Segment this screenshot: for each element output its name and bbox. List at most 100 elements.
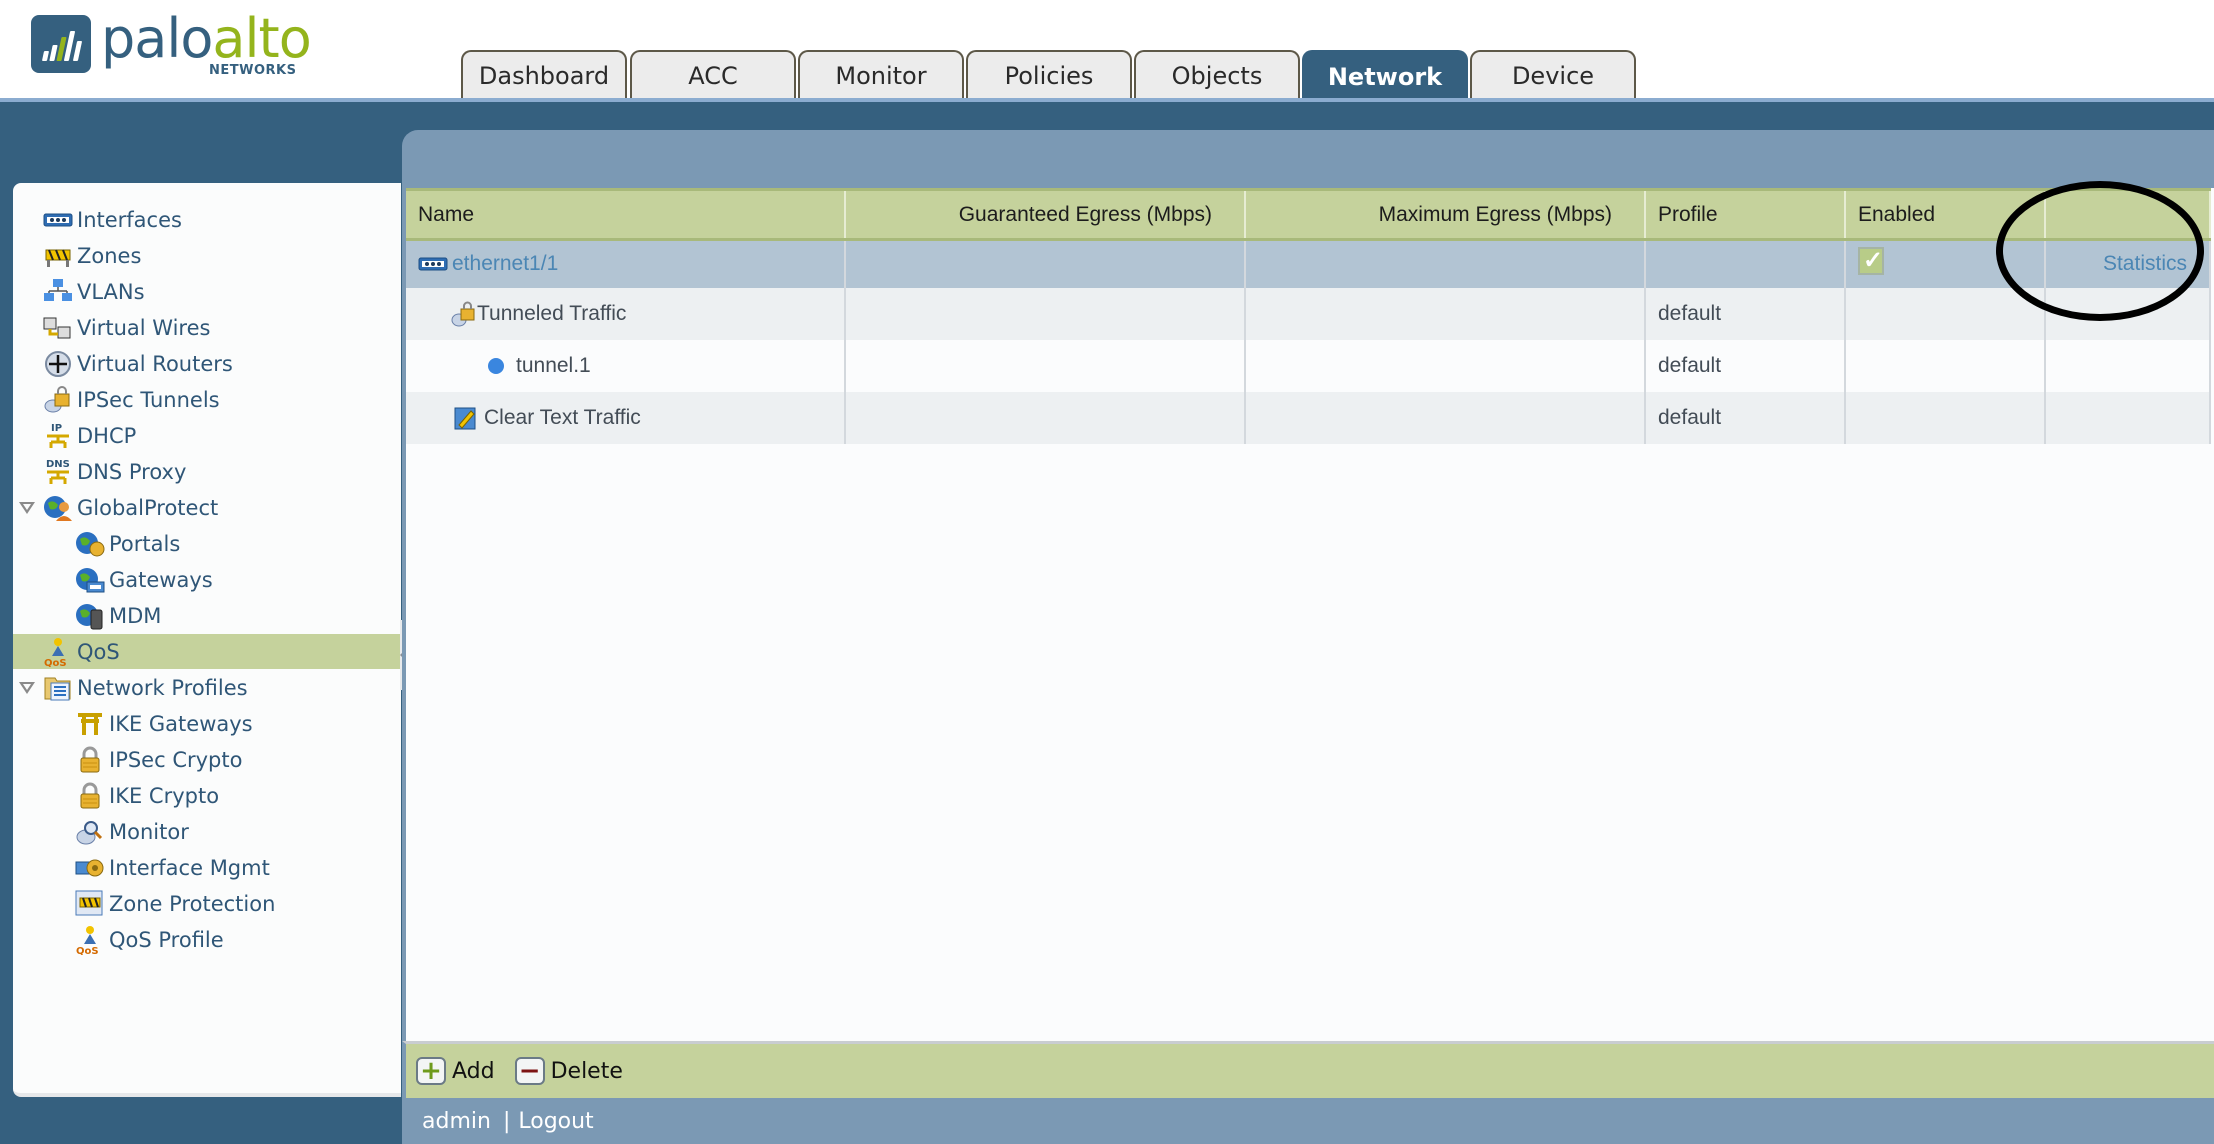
sidebar-item-label: Portals — [109, 531, 181, 556]
sidebar-item-label: IPSec Tunnels — [77, 387, 220, 412]
statistics-link[interactable]: Statistics — [2103, 252, 2187, 275]
expand-triangle-icon[interactable] — [19, 502, 35, 514]
lock-icon — [75, 782, 105, 810]
column-header-enabled[interactable]: Enabled — [1845, 188, 2046, 241]
sidebar-item-label: QoS Profile — [109, 927, 224, 952]
sidebar-item-mdm[interactable]: MDM — [13, 598, 401, 633]
top-header: paloalto NETWORKS Dashboard ACC Monitor … — [0, 0, 2214, 102]
sidebar-item-qos[interactable]: QoS QoS — [13, 634, 401, 669]
sidebar-item-label: Virtual Routers — [77, 351, 233, 376]
interface-mgmt-icon — [75, 854, 105, 882]
sidebar-item-globalprotect[interactable]: GlobalProtect — [13, 490, 401, 525]
enabled-cell — [1845, 239, 2046, 288]
logout-link[interactable]: Logout — [518, 1109, 593, 1134]
maximum-egress-cell — [1245, 287, 1646, 340]
sidebar-item-label: Gateways — [109, 567, 213, 592]
add-button[interactable]: + Add — [416, 1057, 495, 1085]
sidebar-item-label: Zone Protection — [109, 891, 276, 916]
sidebar-item-dhcp[interactable]: IP DHCP — [13, 418, 401, 453]
enabled-cell — [1845, 339, 2046, 392]
column-header-name[interactable]: Name — [406, 188, 846, 241]
name-cell: ethernet1/1 — [406, 239, 846, 288]
vlans-icon — [43, 278, 73, 306]
svg-text:IP: IP — [51, 423, 62, 434]
sidebar-item-qos-profile[interactable]: QoS QoS Profile — [13, 922, 401, 957]
expand-triangle-icon[interactable] — [19, 682, 35, 694]
row-name: Tunneled Traffic — [477, 301, 627, 325]
sidebar-item-monitor-profile[interactable]: Monitor — [13, 814, 401, 849]
statistics-cell: Statistics — [2045, 239, 2211, 288]
tab-policies[interactable]: Policies — [966, 50, 1132, 100]
column-header-profile[interactable]: Profile — [1645, 188, 1846, 241]
column-header-statistics — [2045, 188, 2211, 241]
table-row[interactable]: Clear Text Traffic default — [406, 391, 2211, 444]
virtual-wires-icon — [43, 314, 73, 342]
tab-device[interactable]: Device — [1470, 50, 1636, 100]
footer-separator: | — [502, 1108, 511, 1134]
ike-gateways-icon — [75, 710, 105, 738]
sidebar-item-label: GlobalProtect — [77, 495, 219, 520]
table-row[interactable]: Tunneled Traffic default — [406, 287, 2211, 340]
tab-monitor[interactable]: Monitor — [798, 50, 964, 100]
row-name: Clear Text Traffic — [484, 405, 641, 429]
interfaces-icon — [43, 206, 73, 234]
sidebar-item-label: DHCP — [77, 423, 137, 448]
sidebar-item-ipsec-tunnels[interactable]: IPSec Tunnels — [13, 382, 401, 417]
globalprotect-icon — [43, 494, 73, 522]
sidebar-item-zone-protection[interactable]: Zone Protection — [13, 886, 401, 921]
sidebar-item-ike-crypto[interactable]: IKE Crypto — [13, 778, 401, 813]
sidebar-item-label: IPSec Crypto — [109, 747, 243, 772]
enabled-cell — [1845, 287, 2046, 340]
logo-wordmark: paloalto — [101, 7, 312, 70]
tunnel-traffic-icon — [451, 300, 477, 328]
column-header-maximum-egress[interactable]: Maximum Egress (Mbps) — [1245, 188, 1646, 241]
mdm-icon — [75, 602, 105, 630]
tab-objects[interactable]: Objects — [1134, 50, 1300, 100]
sidebar-item-zones[interactable]: Zones — [13, 238, 401, 273]
tab-network[interactable]: Network — [1302, 50, 1468, 102]
sidebar-item-label: IKE Crypto — [109, 783, 220, 808]
sidebar-item-network-profiles[interactable]: Network Profiles — [13, 670, 401, 705]
interface-icon — [418, 256, 448, 272]
interface-link[interactable]: ethernet1/1 — [452, 252, 558, 276]
tab-acc[interactable]: ACC — [630, 50, 796, 100]
sidebar-item-vlans[interactable]: VLANs — [13, 274, 401, 309]
maximum-egress-cell — [1245, 239, 1646, 288]
sidebar-item-ike-gateways[interactable]: IKE Gateways — [13, 706, 401, 741]
current-user: admin — [422, 1108, 491, 1134]
sidebar-item-gateways[interactable]: Gateways — [13, 562, 401, 597]
sidebar-item-virtual-wires[interactable]: Virtual Wires — [13, 310, 401, 345]
sidebar-item-virtual-routers[interactable]: Virtual Routers — [13, 346, 401, 381]
add-label: Add — [452, 1058, 495, 1084]
qos-icon: QoS — [43, 637, 73, 667]
sidebar-item-label: VLANs — [77, 279, 145, 304]
tunnel-status-dot-icon — [488, 357, 504, 374]
svg-text:DNS: DNS — [46, 459, 70, 470]
zones-icon — [43, 242, 73, 270]
statistics-cell — [2045, 287, 2211, 340]
profile-cell: default — [1645, 287, 1846, 340]
table-row[interactable]: ethernet1/1 Statistics — [406, 239, 2211, 288]
sidebar-item-label: DNS Proxy — [77, 459, 187, 484]
dhcp-icon: IP — [43, 422, 73, 450]
guaranteed-egress-cell — [845, 339, 1246, 392]
sidebar-item-dns-proxy[interactable]: DNS DNS Proxy — [13, 454, 401, 489]
name-cell: Tunneled Traffic — [406, 287, 846, 340]
plus-icon: + — [416, 1057, 446, 1085]
sidebar-item-ipsec-crypto[interactable]: IPSec Crypto — [13, 742, 401, 777]
sidebar-item-label: Monitor — [109, 819, 189, 844]
delete-button[interactable]: − Delete — [514, 1057, 623, 1085]
profile-cell: default — [1645, 391, 1846, 444]
monitor-profile-icon — [75, 818, 105, 846]
row-name: tunnel.1 — [516, 353, 591, 377]
sidebar-item-interface-mgmt[interactable]: Interface Mgmt — [13, 850, 401, 885]
tab-dashboard[interactable]: Dashboard — [461, 50, 627, 100]
sidebar-item-portals[interactable]: Portals — [13, 526, 401, 561]
logo-mark-icon — [31, 15, 91, 73]
sidebar-item-interfaces[interactable]: Interfaces — [13, 202, 401, 237]
table-row[interactable]: tunnel.1 default — [406, 339, 2211, 392]
bottom-toolbar: + Add − Delete — [402, 1041, 2214, 1098]
sidebar-nav: Interfaces Zones VLANs Virtual Wires Vir… — [13, 183, 401, 1097]
column-header-guaranteed-egress[interactable]: Guaranteed Egress (Mbps) — [845, 188, 1246, 241]
enabled-checkbox[interactable] — [1858, 246, 1884, 276]
